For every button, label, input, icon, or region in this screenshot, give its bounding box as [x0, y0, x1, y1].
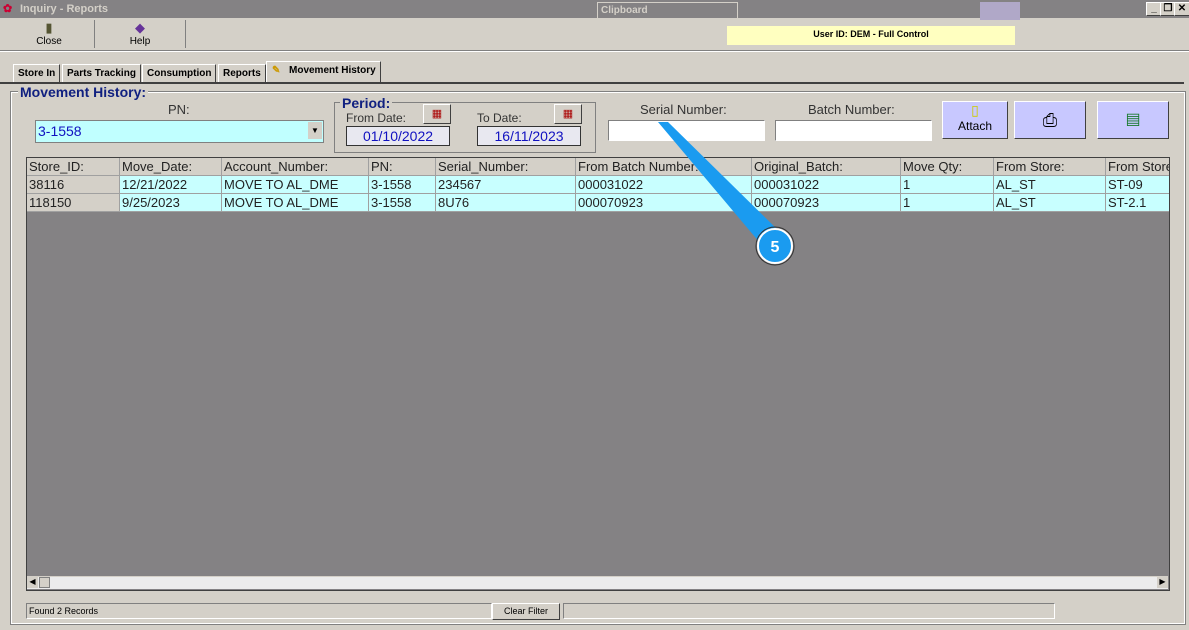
callout-number: 5 [771, 239, 780, 256]
callout-overlay: 5 [658, 122, 795, 266]
